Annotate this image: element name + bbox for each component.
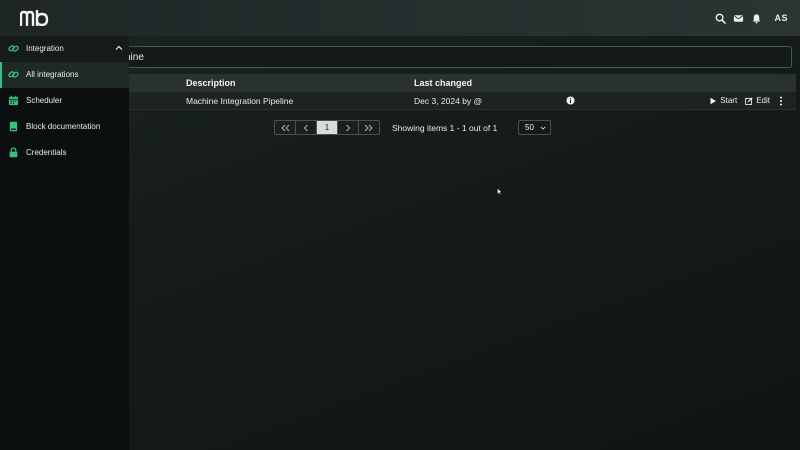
sidebar-item-label: Credentials	[26, 147, 67, 157]
double-chevron-right-icon	[364, 124, 373, 131]
edit-button[interactable]: Edit	[745, 96, 770, 105]
sidebar-item-all-integrations[interactable]: All integrations	[0, 61, 129, 88]
chevron-up-icon[interactable]	[115, 44, 123, 52]
chevron-left-icon	[303, 124, 308, 131]
link-icon	[8, 43, 19, 54]
row-last-changed: Dec 3, 2024 by @	[414, 95, 483, 106]
edit-icon	[745, 96, 753, 105]
search-input[interactable]: hine	[112, 46, 792, 68]
pagination: 1	[274, 120, 380, 135]
column-header-description[interactable]: Description	[186, 78, 236, 88]
chevron-right-icon	[346, 124, 351, 131]
user-avatar[interactable]: AS	[774, 13, 788, 23]
first-page-button[interactable]	[274, 120, 296, 135]
search-icon[interactable]	[714, 12, 726, 24]
play-icon	[710, 97, 717, 104]
lock-icon	[8, 147, 19, 158]
bell-icon[interactable]	[750, 12, 762, 24]
row-description: Machine Integration Pipeline	[186, 95, 294, 106]
start-label: Start	[720, 96, 738, 105]
sidebar-item-block-documentation[interactable]: Block documentation	[0, 113, 129, 139]
sidebar-item-label: Scheduler	[26, 95, 63, 105]
sidebar-item-credentials[interactable]: Credentials	[0, 139, 129, 165]
sidebar-item-label: All integrations	[26, 70, 79, 80]
more-options-icon[interactable]	[778, 96, 784, 106]
row-actions: Start Edit	[709, 96, 784, 106]
page-button-current[interactable]: 1	[316, 120, 338, 135]
book-icon	[8, 121, 19, 132]
top-bar: AS	[0, 0, 800, 36]
column-header-last-changed[interactable]: Last changed	[414, 78, 472, 88]
double-chevron-left-icon	[281, 124, 290, 131]
mail-icon[interactable]	[732, 12, 744, 24]
sidebar-item-scheduler[interactable]: Scheduler	[0, 88, 129, 114]
sidebar-group-integration[interactable]: Integration	[0, 36, 129, 62]
next-page-button[interactable]	[337, 120, 359, 135]
pagination-info: Showing items 1 - 1 out of 1	[392, 123, 498, 133]
edit-label: Edit	[756, 96, 770, 105]
calendar-icon	[8, 95, 19, 106]
per-page-value: 50	[525, 123, 534, 132]
info-icon[interactable]	[566, 96, 575, 105]
link-icon	[8, 69, 19, 80]
sidebar-group-label: Integration	[26, 44, 64, 54]
sidebar-item-label: Block documentation	[26, 121, 101, 131]
per-page-select[interactable]: 50	[518, 120, 551, 135]
last-page-button[interactable]	[358, 120, 380, 135]
chevron-down-icon	[540, 126, 546, 130]
mouse-cursor-icon	[497, 188, 502, 195]
mb-logo[interactable]	[20, 0, 50, 36]
prev-page-button[interactable]	[295, 120, 317, 135]
start-button[interactable]: Start	[709, 96, 737, 105]
sidebar: Integration All integrations Scheduler B…	[0, 36, 129, 450]
